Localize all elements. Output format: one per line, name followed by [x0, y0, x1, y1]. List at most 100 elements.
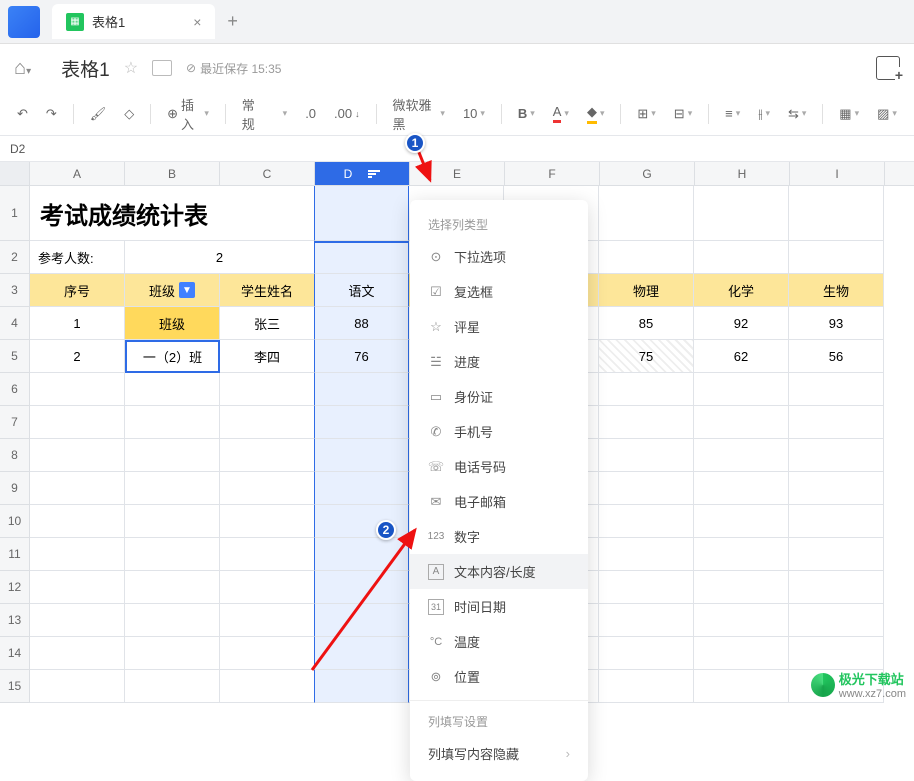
cell[interactable]: [789, 472, 884, 505]
number-format-dropdown[interactable]: 常规 ▾: [237, 91, 292, 137]
format-brush-button[interactable]: 🖌: [85, 102, 112, 126]
cell[interactable]: [30, 571, 125, 604]
cell[interactable]: [220, 439, 315, 472]
cell[interactable]: [789, 406, 884, 439]
cell[interactable]: [789, 637, 884, 670]
row-header[interactable]: 14: [0, 637, 30, 670]
fill-color-button[interactable]: ◆ ▾: [582, 100, 610, 128]
popup-item-phone[interactable]: ✆手机号: [410, 414, 588, 449]
cell[interactable]: [789, 186, 884, 241]
row-header[interactable]: 1: [0, 186, 30, 241]
cell[interactable]: [220, 505, 315, 538]
popup-item-temperature[interactable]: °C温度: [410, 624, 588, 659]
cell[interactable]: [30, 406, 125, 439]
new-sheet-button[interactable]: [876, 56, 900, 80]
decrease-decimal-button[interactable]: .0: [300, 102, 321, 125]
cell[interactable]: [789, 241, 884, 274]
insert-dropdown[interactable]: ⊕ 插入 ▾: [162, 91, 214, 137]
cell[interactable]: [599, 472, 694, 505]
cell[interactable]: 88: [314, 307, 409, 340]
cell[interactable]: [694, 604, 789, 637]
cell[interactable]: 85: [599, 307, 694, 340]
popup-item-idcard[interactable]: ▭身份证: [410, 379, 588, 414]
popup-item-rating[interactable]: ☆评星: [410, 309, 588, 344]
popup-item-datetime[interactable]: 31时间日期: [410, 589, 588, 624]
header-cell[interactable]: 学生姓名: [220, 274, 315, 307]
cell[interactable]: [789, 505, 884, 538]
cell[interactable]: [789, 571, 884, 604]
cell[interactable]: [125, 538, 220, 571]
font-color-button[interactable]: A ▾: [548, 100, 574, 127]
wrap-button[interactable]: ⇆ ▾: [783, 102, 811, 126]
cell[interactable]: [314, 472, 409, 505]
cell[interactable]: 张三: [220, 307, 315, 340]
halign-button[interactable]: ≡ ▾: [720, 102, 745, 125]
cell[interactable]: [599, 571, 694, 604]
cell[interactable]: [599, 670, 694, 703]
col-header-b[interactable]: B: [125, 162, 220, 185]
header-cell[interactable]: 物理: [599, 274, 694, 307]
font-size-dropdown[interactable]: 10 ▾: [458, 102, 490, 125]
cell[interactable]: 班级: [125, 307, 220, 340]
active-cell[interactable]: [314, 241, 409, 274]
cell[interactable]: [694, 505, 789, 538]
popup-item-email[interactable]: ✉电子邮箱: [410, 484, 588, 519]
cell[interactable]: [220, 472, 315, 505]
popup-item-progress[interactable]: ☱进度: [410, 344, 588, 379]
col-header-c[interactable]: C: [220, 162, 315, 185]
cell[interactable]: [30, 439, 125, 472]
cell[interactable]: [694, 472, 789, 505]
cell[interactable]: [30, 538, 125, 571]
cell[interactable]: [220, 373, 315, 406]
cell[interactable]: [314, 439, 409, 472]
cell[interactable]: [314, 505, 409, 538]
select-all-corner[interactable]: [0, 162, 30, 185]
undo-button[interactable]: ↶: [12, 102, 33, 126]
row-header[interactable]: 2: [0, 241, 30, 274]
cell[interactable]: [694, 241, 789, 274]
image-button[interactable]: ▨ ▾: [872, 102, 902, 126]
row-header[interactable]: 4: [0, 307, 30, 340]
row-header[interactable]: 3: [0, 274, 30, 307]
cell[interactable]: [125, 670, 220, 703]
popup-item-telephone[interactable]: ☏电话号码: [410, 449, 588, 484]
cell[interactable]: [314, 406, 409, 439]
popup-item-checkbox[interactable]: ☑复选框: [410, 274, 588, 309]
cell[interactable]: [220, 604, 315, 637]
cell[interactable]: [789, 604, 884, 637]
cell[interactable]: [314, 637, 409, 670]
row-header[interactable]: 15: [0, 670, 30, 703]
row-header[interactable]: 7: [0, 406, 30, 439]
star-icon[interactable]: ☆: [124, 58, 138, 78]
cell[interactable]: [125, 406, 220, 439]
cell[interactable]: [789, 373, 884, 406]
cell[interactable]: 92: [694, 307, 789, 340]
col-header-g[interactable]: G: [600, 162, 695, 185]
cell[interactable]: [789, 439, 884, 472]
col-header-d[interactable]: D: [315, 162, 410, 185]
cell[interactable]: 2: [125, 241, 315, 274]
title-cell[interactable]: 考试成绩统计表: [30, 186, 315, 241]
cell[interactable]: [599, 439, 694, 472]
cell[interactable]: [599, 241, 694, 274]
cell[interactable]: [220, 637, 315, 670]
cell[interactable]: [314, 186, 409, 241]
row-header[interactable]: 12: [0, 571, 30, 604]
cell[interactable]: [314, 571, 409, 604]
cell[interactable]: 2: [30, 340, 125, 373]
cell[interactable]: [694, 406, 789, 439]
cell[interactable]: [125, 604, 220, 637]
cell[interactable]: 参考人数:: [30, 241, 125, 274]
col-header-e[interactable]: E: [410, 162, 505, 185]
redo-button[interactable]: ↷: [41, 102, 62, 126]
header-cell[interactable]: 班级▼: [125, 274, 220, 307]
cell[interactable]: [30, 670, 125, 703]
cell[interactable]: [599, 373, 694, 406]
cell[interactable]: [30, 637, 125, 670]
cell[interactable]: [220, 571, 315, 604]
cell[interactable]: [694, 186, 789, 241]
cell[interactable]: 一（2）班: [125, 340, 220, 373]
cell[interactable]: 75: [599, 340, 694, 373]
header-cell[interactable]: 序号: [30, 274, 125, 307]
merge-button[interactable]: ⊟ ▾: [669, 102, 697, 126]
